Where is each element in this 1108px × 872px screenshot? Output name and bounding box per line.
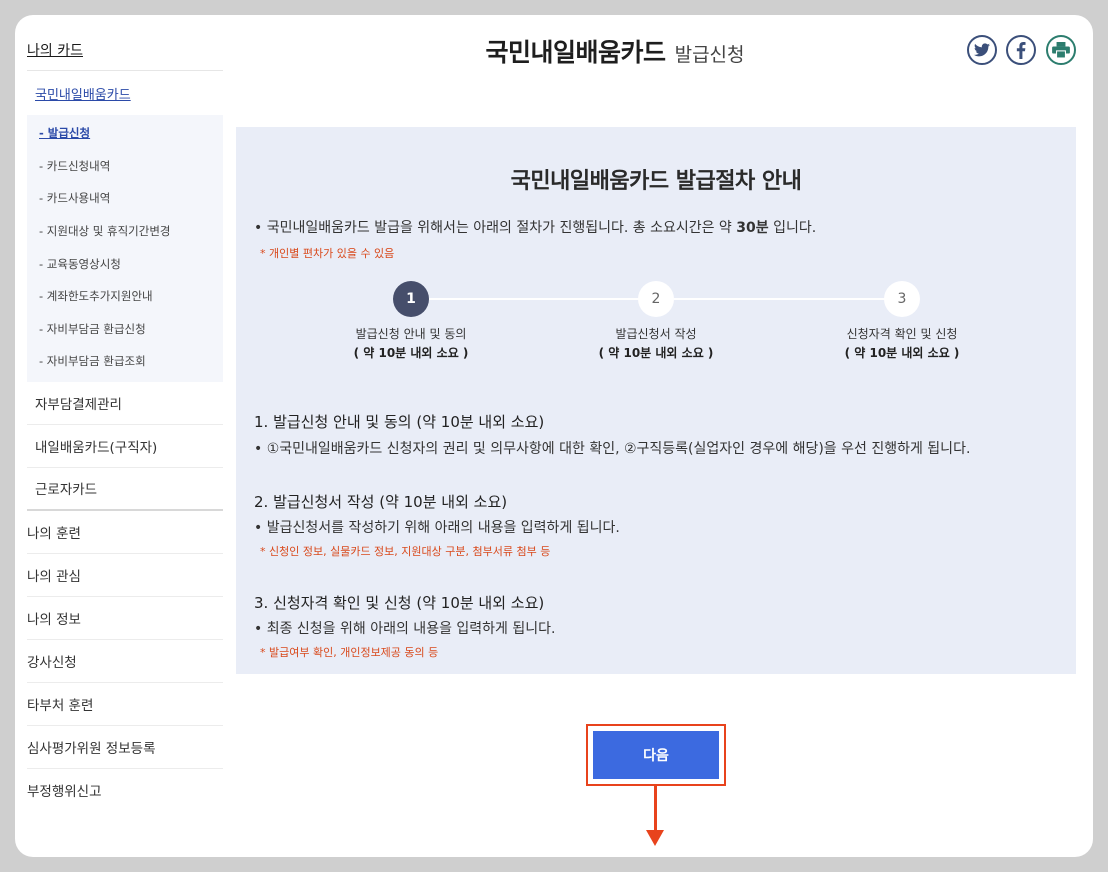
- sidebar-item-my-training[interactable]: 나의 훈련: [27, 511, 223, 554]
- print-button[interactable]: [1046, 35, 1076, 65]
- sidebar-item-other-training[interactable]: 타부처 훈련: [27, 683, 223, 726]
- sidebar-item-jobseeker-card[interactable]: 내일배움카드(구직자): [27, 425, 223, 468]
- sidebar-subitem-refund-apply[interactable]: - 자비부담금 환급신청: [27, 313, 223, 346]
- sidebar-item-worker-card[interactable]: 근로자카드: [27, 468, 223, 511]
- arrow-down-line: [654, 786, 657, 834]
- procedure-panel: 국민내일배움카드 발급절차 안내 • 국민내일배움카드 발급을 위해서는 아래의…: [236, 127, 1076, 674]
- page-frame: 나의 카드 국민내일배움카드 - 발급신청 - 카드신청내역 - 카드사용내역 …: [15, 15, 1093, 857]
- facebook-button[interactable]: [1006, 35, 1036, 65]
- step-2-label: 발급신청서 작성 ( 약 10분 내외 소요 ): [598, 327, 714, 360]
- section-1-heading: 1. 발급신청 안내 및 동의 (약 10분 내외 소요): [254, 413, 545, 431]
- sidebar: 나의 카드 국민내일배움카드 - 발급신청 - 카드신청내역 - 카드사용내역 …: [27, 29, 223, 812]
- section-1-body: • ①국민내일배움카드 신청자의 권리 및 의무사항에 대한 확인, ②구직등록…: [254, 441, 971, 457]
- section-3-note: * 발급여부 확인, 개인정보제공 동의 등: [260, 646, 439, 659]
- page-title-main: 국민내일배움카드: [485, 38, 666, 67]
- lead-text: • 국민내일배움카드 발급을 위해서는 아래의 절차가 진행됩니다. 총 소요시…: [254, 220, 817, 236]
- sidebar-subitem-apply[interactable]: - 발급신청: [27, 117, 223, 150]
- sidebar-item-report[interactable]: 부정행위신고: [27, 769, 223, 812]
- twitter-button[interactable]: [967, 35, 997, 65]
- sidebar-subitem-refund-check[interactable]: - 자비부담금 환급조회: [27, 345, 223, 378]
- sidebar-item-kukmin-card[interactable]: 국민내일배움카드: [27, 71, 223, 115]
- section-2-note: * 신청인 정보, 실물카드 정보, 지원대상 구분, 첨부서류 첨부 등: [260, 545, 551, 558]
- step-1-circle: 1: [393, 281, 429, 317]
- sidebar-item-instructor[interactable]: 강사신청: [27, 640, 223, 683]
- sidebar-item-my-info[interactable]: 나의 정보: [27, 597, 223, 640]
- sidebar-subitem-target-change[interactable]: - 지원대상 및 휴직기간변경: [27, 215, 223, 248]
- page-title-sub: 발급신청: [674, 44, 745, 66]
- sidebar-item-my-interest[interactable]: 나의 관심: [27, 554, 223, 597]
- sidebar-subitem-history[interactable]: - 카드신청내역: [27, 150, 223, 183]
- section-3-body: • 최종 신청을 위해 아래의 내용을 입력하게 됩니다.: [254, 621, 556, 637]
- step-3-label: 신청자격 확인 및 신청 ( 약 10분 내외 소요 ): [844, 327, 960, 360]
- sidebar-item-evaluator[interactable]: 심사평가위원 정보등록: [27, 726, 223, 769]
- panel-title: 국민내일배움카드 발급절차 안내: [510, 169, 802, 194]
- page-title: 국민내일배움카드 발급신청: [235, 33, 995, 69]
- step-connector: [429, 298, 663, 300]
- arrow-down-icon: [646, 830, 664, 846]
- sidebar-subitem-usage[interactable]: - 카드사용내역: [27, 182, 223, 215]
- facebook-icon: [1016, 41, 1026, 59]
- next-button[interactable]: 다음: [593, 731, 719, 779]
- section-2-body: • 발급신청서를 작성하기 위해 아래의 내용을 입력하게 됩니다.: [254, 520, 620, 536]
- step-connector: [674, 298, 907, 300]
- step-3-circle: 3: [884, 281, 920, 317]
- twitter-icon: [974, 43, 990, 57]
- print-icon: [1052, 42, 1070, 58]
- sidebar-subitem-limit[interactable]: - 계좌한도추가지원안내: [27, 280, 223, 313]
- step-2-circle: 2: [638, 281, 674, 317]
- sidebar-submenu: - 발급신청 - 카드신청내역 - 카드사용내역 - 지원대상 및 휴직기간변경…: [27, 115, 223, 382]
- lead-note: * 개인별 편차가 있을 수 있음: [260, 247, 395, 260]
- sidebar-item-my-card[interactable]: 나의 카드: [27, 29, 223, 71]
- section-3-heading: 3. 신청자격 확인 및 신청 (약 10분 내외 소요): [254, 594, 545, 612]
- sidebar-item-self-payment[interactable]: 자부담결제관리: [27, 382, 223, 425]
- step-1-label: 발급신청 안내 및 동의 ( 약 10분 내외 소요 ): [353, 327, 469, 360]
- section-2-heading: 2. 발급신청서 작성 (약 10분 내외 소요): [254, 493, 508, 511]
- sidebar-subitem-video[interactable]: - 교육동영상시청: [27, 247, 223, 280]
